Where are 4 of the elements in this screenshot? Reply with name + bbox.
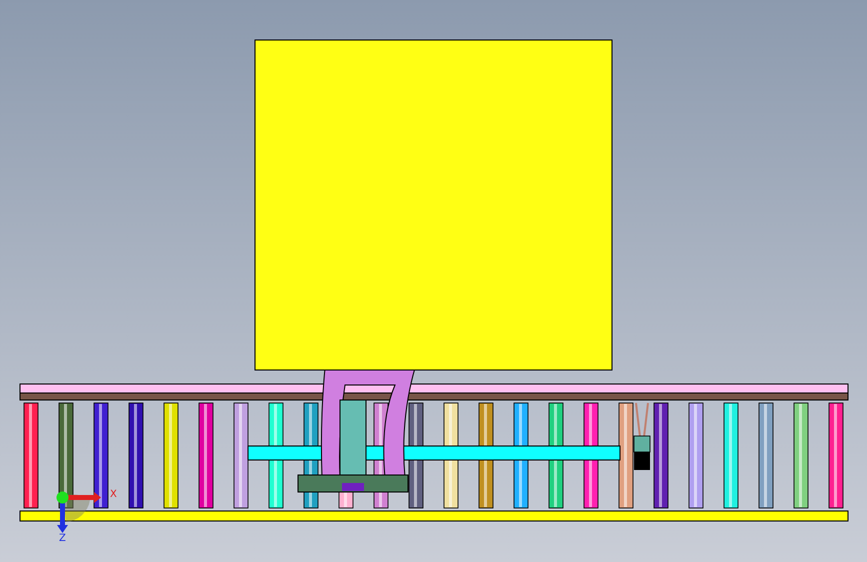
axis-label: Z (59, 533, 66, 544)
sensor-device (634, 402, 650, 470)
axis-triad-drawing (56, 492, 101, 533)
axis-label: X (110, 489, 117, 500)
